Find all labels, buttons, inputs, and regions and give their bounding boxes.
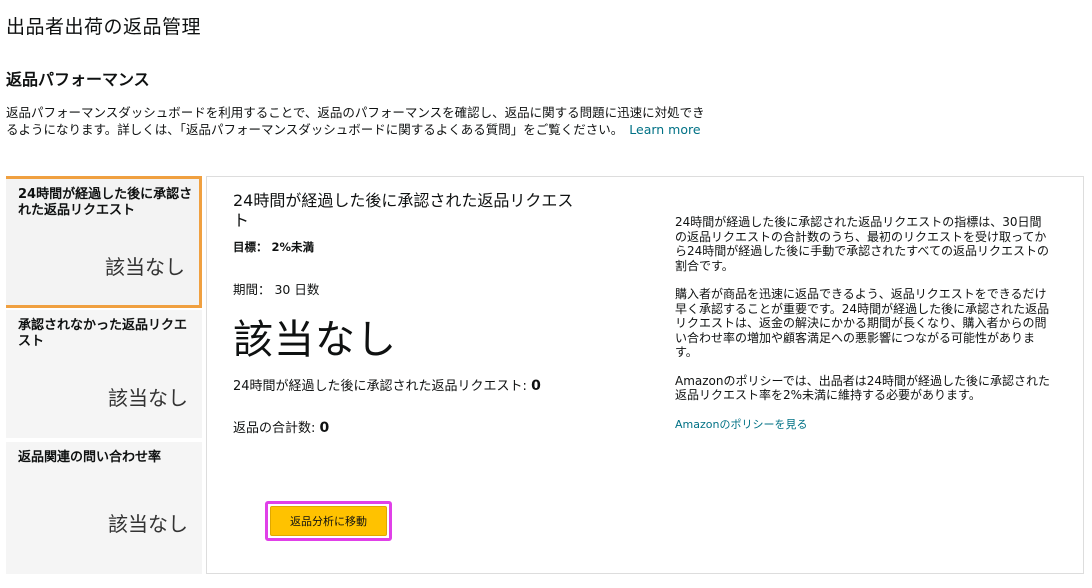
description: 返品パフォーマンスダッシュボードを利用することで、返品のパフォーマンスを確認し、…	[6, 104, 706, 138]
metric-detail-panel: 24時間が経過した後に承認された返品リクエスト 目標： 2%未満 期間： 30 …	[206, 176, 1084, 574]
metric-card-value: 該当なし	[108, 386, 188, 410]
detail-period: 期間： 30 日数	[233, 282, 320, 297]
info-paragraph: 購入者が商品を迅速に返品できるよう、返品リクエストをできるだけ早く承認することが…	[675, 287, 1050, 359]
go-to-return-analytics-button[interactable]: 返品分析に移動	[270, 506, 387, 536]
section-title: 返品パフォーマンス	[6, 70, 150, 89]
metric-info: 24時間が経過した後に承認された返品リクエストの指標は、30日間の返品リクエスト…	[675, 215, 1051, 432]
metric-card-late-approved[interactable]: 24時間が経過した後に承認された返品リクエスト 該当なし	[6, 176, 202, 308]
total-returns-count: 返品の合計数: 0	[233, 417, 329, 436]
total-returns-count-label: 返品の合計数:	[233, 421, 316, 436]
late-approved-count-label: 24時間が経過した後に承認された返品リクエスト:	[233, 379, 527, 394]
metric-card-value: 該当なし	[105, 255, 185, 279]
detail-title: 24時間が経過した後に承認された返品リクエスト	[233, 191, 574, 230]
metric-card-label: 承認されなかった返品リクエスト	[18, 318, 188, 349]
metric-card-value: 該当なし	[108, 512, 188, 536]
metric-card-label: 24時間が経過した後に承認された返品リクエスト	[18, 187, 193, 218]
late-approved-count: 24時間が経過した後に承認された返品リクエスト: 0	[233, 375, 541, 394]
metric-card-inquiry-rate[interactable]: 返品関連の問い合わせ率 該当なし	[6, 442, 202, 574]
detail-target: 目標： 2%未満	[233, 240, 315, 254]
learn-more-link[interactable]: Learn more	[629, 122, 700, 137]
info-paragraph: Amazonのポリシーでは、出品者は24時間が経過した後に承認された返品リクエス…	[675, 373, 1051, 403]
policy-link[interactable]: Amazonのポリシーを見る	[675, 418, 807, 431]
detail-big-value: 該当なし	[233, 317, 397, 363]
metric-card-not-approved[interactable]: 承認されなかった返品リクエスト 該当なし	[6, 310, 202, 438]
page-title: 出品者出荷の返品管理	[6, 16, 202, 38]
button-highlight: 返品分析に移動	[265, 501, 392, 541]
total-returns-count-value: 0	[319, 420, 330, 436]
info-paragraph: 24時間が経過した後に承認された返品リクエストの指標は、30日間の返品リクエスト…	[675, 215, 1049, 273]
metric-card-label: 返品関連の問い合わせ率	[18, 450, 162, 465]
description-text: 返品パフォーマンスダッシュボードを利用することで、返品のパフォーマンスを確認し、…	[6, 105, 705, 137]
late-approved-count-value: 0	[531, 378, 541, 394]
